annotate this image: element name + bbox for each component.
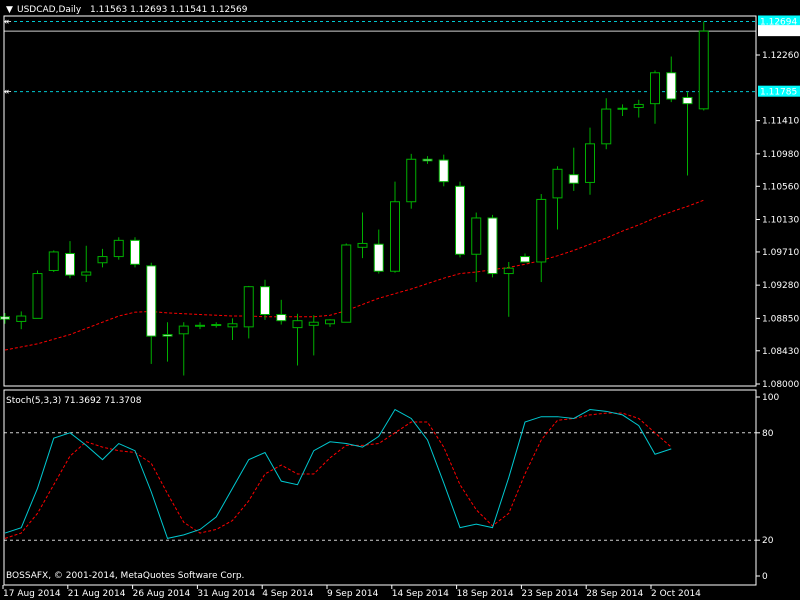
time-tick-label: 17 Aug 2014 — [3, 589, 61, 599]
chart-canvas: ↞ ↞ 1.12260 1.11410 1.10980 1.10560 1.10130 1.… — [0, 0, 800, 600]
candle-body-bull — [227, 323, 238, 328]
candle-body-bull — [471, 217, 482, 255]
candle-body-bear — [568, 174, 579, 184]
price-tick-label: 1.09280 — [762, 281, 799, 291]
candle-body-bear — [146, 265, 157, 337]
candle-body-bull — [81, 271, 92, 276]
price-tick-label: 1.10130 — [762, 216, 799, 226]
candle-body-bear — [438, 159, 449, 183]
candle-body-bull — [503, 267, 514, 275]
time-tick-label: 4 Sep 2014 — [262, 589, 314, 599]
time-tick-label: 31 Aug 2014 — [197, 589, 255, 599]
candle-body-bull — [32, 273, 43, 319]
candle-body-bear — [162, 334, 173, 337]
price-tick-label: 1.10560 — [762, 182, 799, 192]
candle-body-bull — [390, 201, 400, 272]
price-tick-label: 1.08430 — [762, 347, 799, 357]
candle-body-bull — [16, 315, 27, 322]
price-tick-label: 1.09710 — [762, 248, 799, 258]
candle-body-bull — [633, 103, 644, 109]
candle-body-bear — [130, 239, 140, 265]
copyright-text: BOSSAFX, © 2001-2014, MetaQuotes Softwar… — [6, 571, 244, 581]
level-arrow-icon: ↞ — [4, 88, 12, 98]
candle-body-bear — [373, 243, 384, 272]
candle-body-bull — [617, 107, 628, 110]
price-tick-label: 1.12260 — [762, 51, 799, 61]
candle-body-bull — [113, 239, 124, 258]
time-tick-label: 14 Sep 2014 — [392, 589, 449, 599]
candle-body-bear — [422, 158, 433, 162]
candle-body-bull — [357, 242, 368, 248]
candle — [48, 250, 59, 273]
candle-body-bull — [325, 319, 335, 325]
candle — [406, 153, 417, 209]
candle — [455, 181, 465, 258]
symbol-label: USDCAD,Daily — [17, 5, 82, 15]
candle-body-bear — [0, 316, 10, 320]
time-tick-label: 18 Sep 2014 — [457, 589, 514, 599]
candle-body-bull — [97, 256, 108, 264]
level-arrow-icon: ↞ — [4, 17, 12, 27]
candle-body-bull — [308, 321, 319, 326]
candle-body-bull — [406, 158, 417, 203]
candle — [32, 270, 43, 319]
stoch-tick-label: 100 — [762, 393, 779, 403]
candle — [113, 237, 124, 260]
candle-body-bull — [585, 143, 595, 183]
price-tick-label: 1.08850 — [762, 314, 799, 324]
price-tag-label: 1.12569 — [760, 27, 797, 37]
candle-body-bear — [276, 313, 287, 322]
symbol-dropdown-icon[interactable]: ▼ — [6, 5, 13, 15]
price-tick-label: 1.11410 — [762, 117, 799, 127]
candle-body-bull — [292, 320, 303, 329]
stoch-header: Stoch(5,3,3) 71.3692 71.3708 — [6, 396, 142, 406]
candle-body-bull — [552, 168, 563, 199]
time-tick-label: 2 Oct 2014 — [651, 589, 701, 599]
time-tick-label: 26 Aug 2014 — [133, 589, 191, 599]
candle-body-bull — [211, 324, 222, 327]
time-tick-label: 23 Sep 2014 — [521, 589, 578, 599]
time-tick-label: 28 Sep 2014 — [586, 589, 643, 599]
stoch-tick-label: 0 — [762, 572, 768, 582]
candle-body-bear — [487, 217, 498, 275]
candle-body-bear — [682, 96, 693, 105]
price-tag-label: 1.11785 — [760, 88, 797, 98]
candle — [130, 237, 140, 268]
candle-body-bull — [48, 251, 59, 271]
candle-body-bear — [520, 256, 530, 263]
candle-body-bear — [455, 185, 465, 255]
chart-background — [0, 0, 800, 600]
price-tick-label: 1.08000 — [762, 380, 799, 390]
stoch-tick-label: 80 — [762, 429, 774, 439]
candle-body-bear — [260, 286, 270, 315]
price-tick-label: 1.10980 — [762, 150, 799, 160]
candle-body-bull — [341, 244, 352, 323]
candle-body-bull — [698, 30, 709, 110]
candle-body-bull — [178, 325, 189, 335]
candle — [341, 243, 352, 323]
candle-body-bull — [650, 72, 660, 105]
time-tick-label: 9 Sep 2014 — [327, 589, 379, 599]
candle-body-bear — [65, 252, 75, 276]
time-tick-label: 21 Aug 2014 — [68, 589, 126, 599]
candle-body-bull — [195, 324, 205, 327]
candle-body-bull — [536, 198, 547, 263]
candle-body-bull — [601, 108, 612, 145]
candle-body-bull — [243, 286, 254, 328]
candle — [698, 21, 709, 111]
stoch-tick-label: 20 — [762, 536, 774, 546]
ohlc-readout: 1.11563 1.12693 1.11541 1.12569 — [90, 5, 248, 15]
candle-body-bear — [666, 72, 677, 100]
candle — [487, 214, 498, 278]
